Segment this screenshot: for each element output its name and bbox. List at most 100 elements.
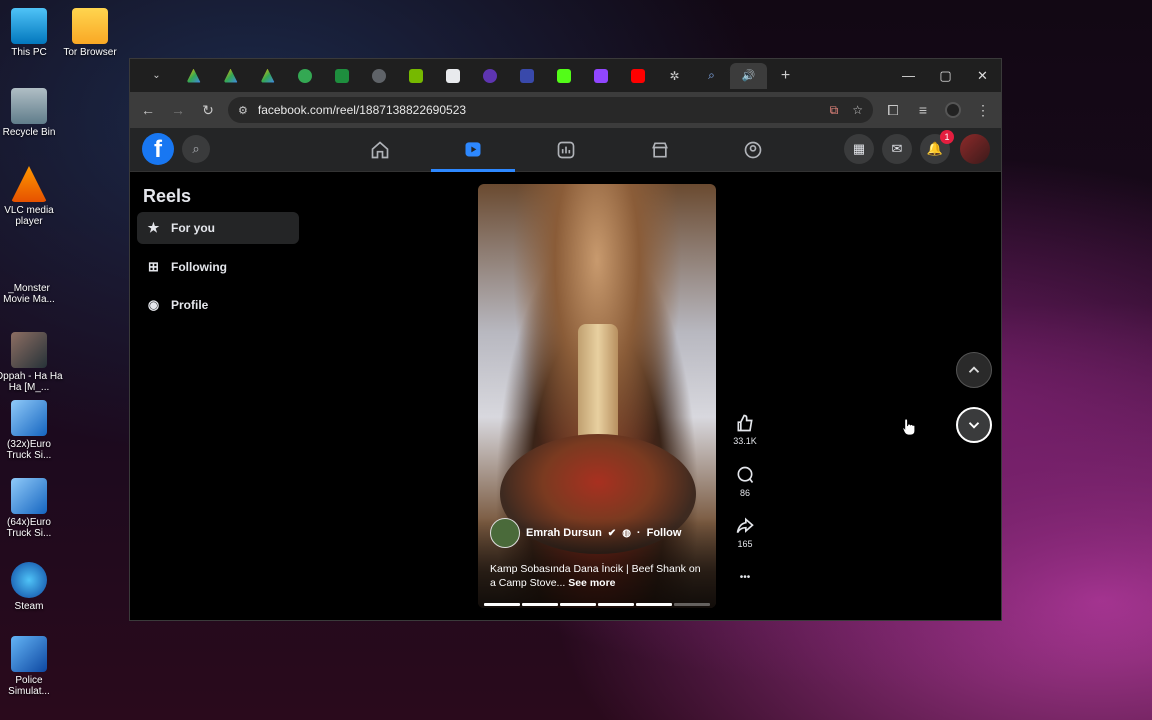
vlc-cone-icon <box>11 166 47 202</box>
next-reel-button[interactable] <box>956 407 992 443</box>
progress-segment <box>560 603 596 606</box>
minimize-button[interactable]: — <box>890 59 927 92</box>
following-icon: ⊞ <box>148 259 159 274</box>
marketplace-icon <box>652 142 668 158</box>
tab-app[interactable] <box>471 63 508 89</box>
extensions-icon[interactable]: ⧠ <box>883 100 903 120</box>
nav-reels[interactable] <box>431 128 515 172</box>
address-bar: ← → ↻ ⚙ facebook.com/reel/18871388226905… <box>130 92 1001 128</box>
comment-action[interactable]: 86 <box>724 464 766 498</box>
sidebar-item-profile[interactable]: ◉ Profile <box>137 289 299 321</box>
account-avatar[interactable] <box>960 134 990 164</box>
desktop-icon-euro-truck-32[interactable]: (32x)Euro Truck Si... <box>0 400 64 461</box>
forward-button[interactable]: → <box>168 100 188 120</box>
reels-icon <box>465 141 481 156</box>
globe-icon <box>371 68 386 83</box>
chevron-up-icon <box>968 366 980 373</box>
page-title: Reels <box>143 186 192 206</box>
back-button[interactable]: ← <box>138 100 158 120</box>
site-info-icon[interactable]: ⚙ <box>238 104 248 117</box>
sheets-icon <box>334 68 349 83</box>
profile-avatar-icon[interactable] <box>943 100 963 120</box>
reel-video[interactable]: Emrah Dursun ✔ ◍ · Follow Kamp Sobasında… <box>478 184 716 608</box>
tab-strip: ⌄ ✲ ⌕ 🔊 + — ▢ ✕ <box>130 59 1001 92</box>
reels-content: Reels ★ For you ⊞ Following ◉ Profile Em… <box>130 172 1001 620</box>
desktop-icon-police-sim[interactable]: Police Simulat... <box>0 636 64 697</box>
progress-segment <box>674 603 710 606</box>
tab-green[interactable] <box>286 63 323 89</box>
separator-dot: · <box>636 527 641 539</box>
follow-button[interactable]: Follow <box>647 527 682 539</box>
recycle-bin-icon <box>11 88 47 124</box>
search-button[interactable]: ⌕ <box>182 135 210 163</box>
youtube-icon <box>630 68 645 83</box>
tab-sheets[interactable] <box>323 63 360 89</box>
browser-menu-icon[interactable]: ⋮ <box>973 100 993 120</box>
tab-drive[interactable] <box>249 63 286 89</box>
author-name[interactable]: Emrah Dursun <box>526 527 602 539</box>
dashboard-icon <box>557 141 575 159</box>
share-icon <box>734 515 756 537</box>
more-options-button[interactable]: ••• <box>724 572 766 583</box>
desktop-icon-vlc[interactable]: VLC media player <box>0 166 64 227</box>
chevron-down-icon <box>968 422 980 429</box>
more-options-icon: ••• <box>739 572 751 583</box>
desktop-icon-recycle-bin[interactable]: Recycle Bin <box>0 88 64 138</box>
nav-home[interactable] <box>338 128 422 172</box>
monitor-icon <box>11 8 47 44</box>
globe-icon: ◍ <box>622 527 631 539</box>
desktop-icon-oppah[interactable]: Oppah - Ha Ha Ha [M_... <box>0 332 64 393</box>
maximize-button[interactable]: ▢ <box>927 59 964 92</box>
reload-button[interactable]: ↻ <box>198 100 218 120</box>
nav-dashboard[interactable] <box>524 128 608 172</box>
desktop-icon-steam[interactable]: Steam <box>0 562 64 612</box>
desktop-icon-tor-browser[interactable]: Tor Browser <box>55 8 125 58</box>
tab-drive[interactable] <box>212 63 249 89</box>
tab-settings[interactable]: ✲ <box>656 63 693 89</box>
nav-marketplace[interactable] <box>618 128 702 172</box>
desktop-icon-euro-truck-64[interactable]: (64x)Euro Truck Si... <box>0 478 64 539</box>
desktop-icon-monster-movie[interactable]: _Monster Movie Ma... <box>0 244 64 305</box>
avatar[interactable] <box>490 518 520 548</box>
close-button[interactable]: ✕ <box>964 59 1001 92</box>
new-tab-button[interactable]: + <box>767 63 804 89</box>
nav-groups[interactable] <box>711 128 795 172</box>
notifications-button[interactable]: 🔔 1 <box>920 130 954 164</box>
tab-app[interactable] <box>508 63 545 89</box>
url-field[interactable]: ⚙ facebook.com/reel/1887138822690523 ⧉ ☆ <box>228 97 873 123</box>
file-icon <box>11 244 47 280</box>
tab-facebook-active[interactable]: 🔊 <box>730 62 767 89</box>
facebook-logo[interactable]: f <box>142 133 174 165</box>
sidebar-item-label: Profile <box>171 298 209 312</box>
bookmark-star-icon[interactable]: ☆ <box>852 103 863 118</box>
sidebar-item-label: For you <box>171 221 215 235</box>
progress-segment <box>598 603 634 606</box>
tab-youtube[interactable] <box>619 63 656 89</box>
tab-kick[interactable] <box>545 63 582 89</box>
messenger-button[interactable]: ✉ <box>882 134 912 164</box>
truck-icon <box>11 478 47 514</box>
tab-twitch[interactable] <box>582 63 619 89</box>
share-action[interactable]: 165 <box>724 515 766 549</box>
tab-nvidia[interactable] <box>397 63 434 89</box>
url-actions: ⧉ ☆ <box>830 103 873 118</box>
like-action[interactable]: 33.1K <box>724 412 766 446</box>
drive-icon <box>223 68 238 83</box>
tab-search-button[interactable]: ⌄ <box>138 63 175 89</box>
tab-globe[interactable] <box>360 63 397 89</box>
star-icon: ★ <box>147 220 160 235</box>
truck-icon <box>11 400 47 436</box>
previous-reel-button[interactable] <box>956 352 992 388</box>
notification-badge: 1 <box>940 130 954 144</box>
sidebar-item-following[interactable]: ⊞ Following <box>137 251 299 283</box>
sidebar-item-for-you[interactable]: ★ For you <box>137 212 299 244</box>
tab-search[interactable]: ⌕ <box>693 63 730 89</box>
cast-icon[interactable]: ⧉ <box>830 103 839 118</box>
police-sim-icon <box>11 636 47 672</box>
see-more-link[interactable]: See more <box>568 577 615 589</box>
tab-doc[interactable] <box>434 63 471 89</box>
media-control-icon[interactable]: ≡ <box>913 100 933 120</box>
menu-button[interactable]: ▦ <box>844 134 874 164</box>
nvidia-icon <box>408 68 423 83</box>
tab-drive[interactable] <box>175 63 212 89</box>
